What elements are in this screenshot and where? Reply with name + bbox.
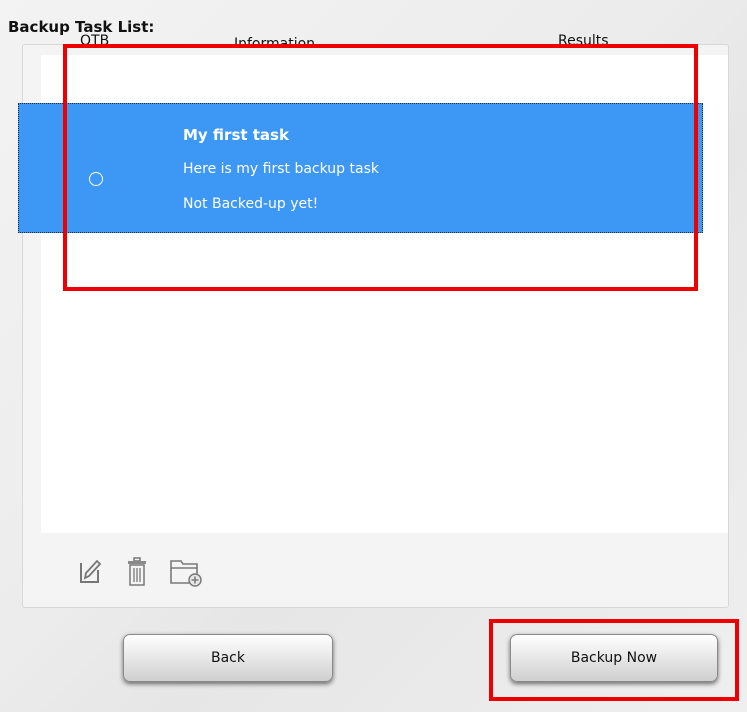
column-header-information[interactable]: Information (234, 36, 315, 52)
trash-icon[interactable] (126, 557, 148, 587)
backup-now-button[interactable]: Backup Now (510, 634, 718, 682)
task-status: Not Backed-up yet! (183, 196, 319, 212)
column-header-results[interactable]: Results (558, 33, 609, 49)
back-button[interactable]: Back (123, 634, 333, 682)
task-name: My first task (183, 126, 289, 144)
task-row[interactable]: My first task Here is my first backup ta… (18, 103, 703, 233)
column-header-otb[interactable]: OTB (80, 33, 109, 49)
otb-radio[interactable] (89, 172, 103, 186)
add-folder-icon[interactable] (169, 557, 203, 587)
edit-icon[interactable] (78, 557, 102, 585)
task-description: Here is my first backup task (183, 161, 379, 177)
